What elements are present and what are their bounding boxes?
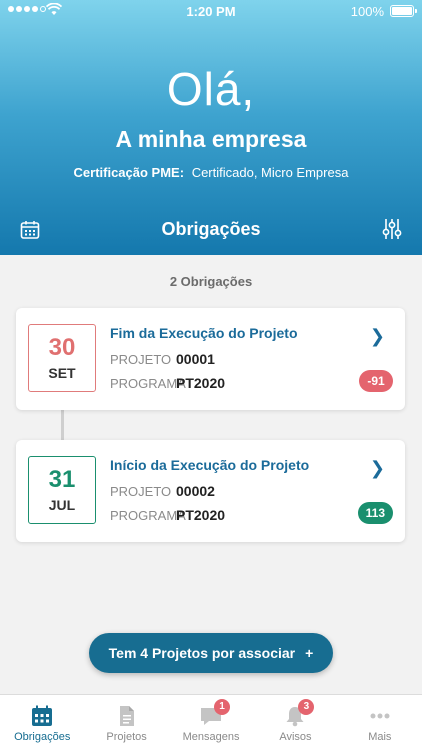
- date-box: 31 JUL: [28, 456, 96, 524]
- tab-label: Mais: [368, 731, 392, 743]
- programa-label: PROGRAMA: [110, 508, 186, 523]
- date-month: SET: [48, 365, 76, 381]
- tab-mensagens[interactable]: 1 Mensagens: [169, 695, 253, 750]
- obligation-card[interactable]: 30 SET Fim da Execução do Projeto PROJET…: [16, 308, 405, 410]
- projeto-label: PROJETO: [110, 352, 172, 367]
- date-day: 30: [48, 334, 76, 361]
- status-bar: 1:20 PM 100%: [0, 0, 422, 22]
- chat-icon-wrap: 1: [200, 699, 231, 727]
- days-badge: 113: [357, 502, 393, 524]
- programa-value: PT2020: [176, 375, 226, 391]
- header: 1:20 PM 100% Olá, A minha empresa Certif…: [0, 0, 422, 255]
- document-icon: [119, 706, 134, 726]
- projeto-label: PROJETO: [110, 484, 172, 499]
- tab-obrigacoes[interactable]: Obrigações: [0, 695, 84, 750]
- cert-value: Certificado, Micro Empresa: [191, 165, 349, 180]
- obligation-title: Fim da Execução do Projeto: [110, 325, 298, 341]
- projeto-value: 00001: [176, 351, 215, 367]
- greeting: Olá,: [166, 63, 256, 115]
- days-badge: -91: [359, 370, 393, 392]
- chevron-right-icon[interactable]: ❯: [370, 326, 385, 347]
- cert-label: Certificação PME:: [73, 165, 185, 180]
- projeto-row: PROJETO 00002: [110, 483, 215, 499]
- company-name: A minha empresa: [115, 126, 307, 152]
- section-bar: Obrigações: [0, 214, 422, 246]
- projeto-row: PROJETO 00001: [110, 351, 215, 367]
- tab-label: Obrigações: [14, 731, 71, 743]
- plus-icon: +: [305, 645, 314, 661]
- programa-value: PT2020: [176, 507, 226, 523]
- date-month: JUL: [48, 497, 76, 513]
- tab-label: Avisos: [279, 731, 312, 743]
- programa-row: PROGRAMA PT2020: [110, 507, 225, 523]
- tab-label: Projetos: [106, 731, 147, 743]
- battery-percent: 100%: [350, 4, 384, 19]
- tab-bar: Obrigações Projetos 1 Mensagens 3 Avisos: [0, 694, 422, 750]
- notification-badge: 1: [214, 699, 231, 715]
- obligation-card[interactable]: 31 JUL Início da Execução do Projeto PRO…: [16, 440, 405, 542]
- tab-projetos[interactable]: Projetos: [84, 695, 168, 750]
- obligations-count: 2 Obrigações: [169, 274, 253, 289]
- obligation-title: Início da Execução do Projeto: [110, 457, 310, 473]
- projeto-value: 00002: [176, 483, 215, 499]
- calendar-icon: [32, 705, 53, 726]
- associate-projects-label: Tem 4 Projetos por associar: [108, 645, 296, 661]
- date-box: 30 SET: [28, 324, 96, 392]
- tab-mais[interactable]: Mais: [338, 695, 422, 750]
- programa-row: PROGRAMA PT2020: [110, 375, 225, 391]
- date-day: 31: [48, 466, 76, 493]
- bell-icon-wrap: 3: [284, 699, 315, 727]
- tab-label: Mensagens: [182, 731, 240, 743]
- certification: Certificação PME: Certificado, Micro Emp…: [0, 165, 422, 180]
- battery-icon: [390, 5, 417, 17]
- more-icon: [370, 713, 390, 719]
- filter-icon[interactable]: [382, 218, 402, 240]
- programa-label: PROGRAMA: [110, 376, 186, 391]
- notification-badge: 3: [298, 699, 315, 715]
- associate-projects-button[interactable]: Tem 4 Projetos por associar +: [89, 633, 333, 673]
- chevron-right-icon[interactable]: ❯: [370, 458, 385, 479]
- tab-avisos[interactable]: 3 Avisos: [253, 695, 337, 750]
- section-title: Obrigações: [161, 219, 261, 239]
- timeline-connector: [61, 409, 64, 441]
